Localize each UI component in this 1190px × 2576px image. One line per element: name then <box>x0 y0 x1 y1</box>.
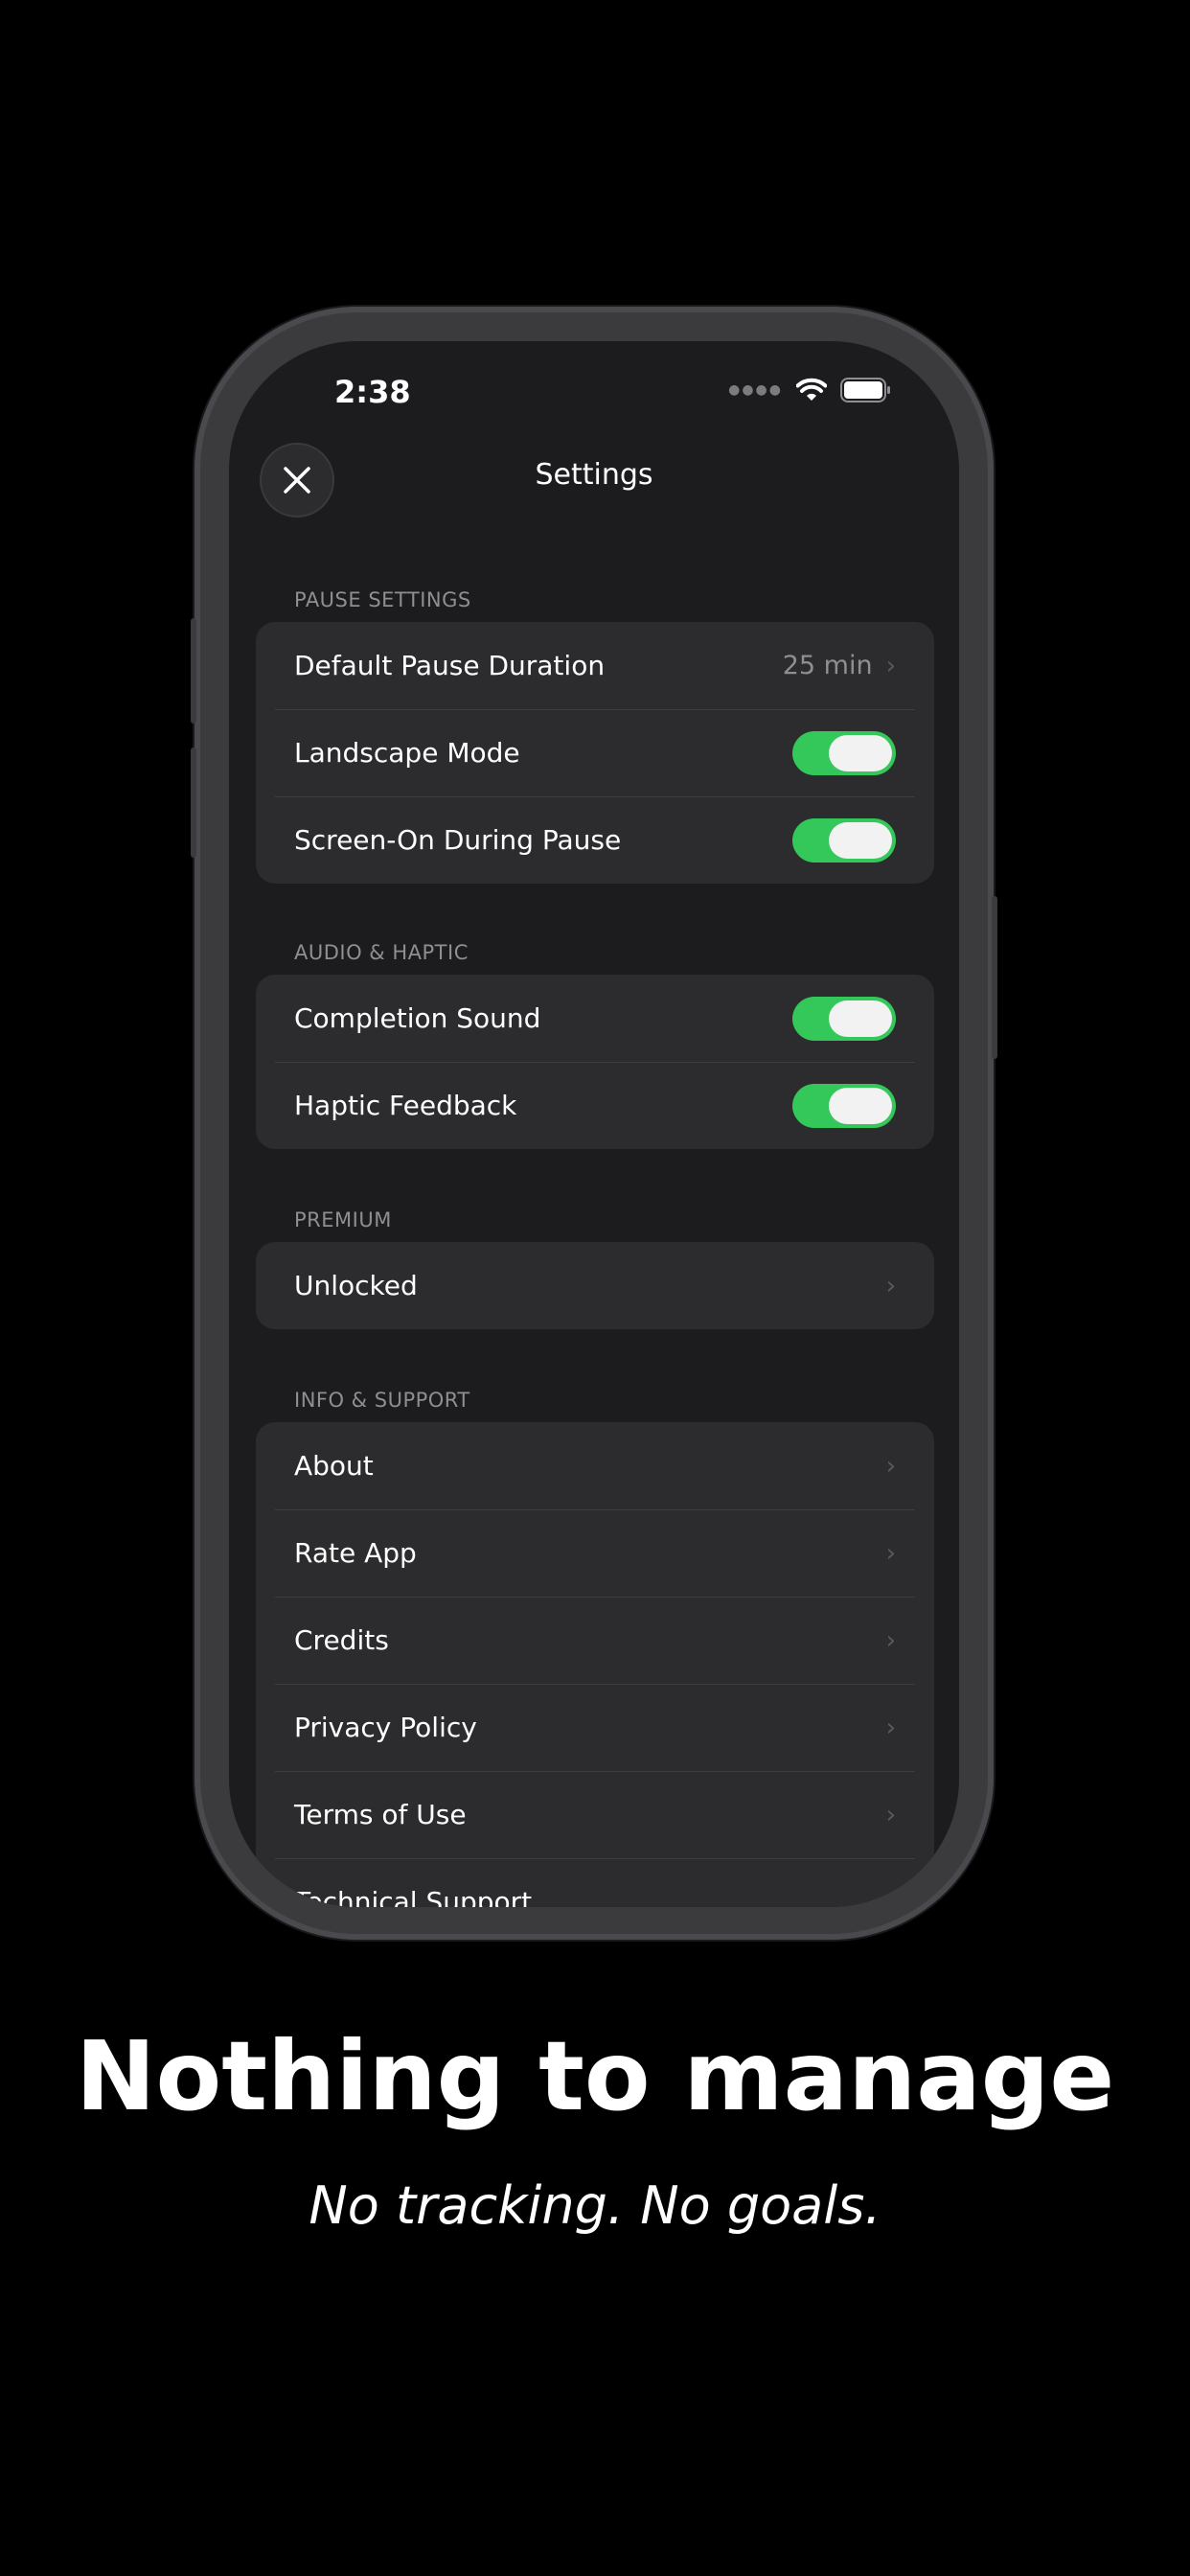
row-landscape-mode: Landscape Mode <box>256 709 934 796</box>
signal-dots-icon: ●●●● <box>728 382 783 398</box>
section-header-audio: AUDIO & HAPTIC <box>294 941 469 964</box>
row-default-pause-duration[interactable]: Default Pause Duration 25 min › <box>256 622 934 709</box>
chevron-right-icon: › <box>885 1271 896 1300</box>
mute-switch <box>191 618 196 724</box>
section-header-premium: PREMIUM <box>294 1208 392 1231</box>
power-button <box>992 896 997 1059</box>
volume-up-button <box>191 748 196 858</box>
toggle-knob <box>829 821 892 859</box>
group-audio-haptic: Completion Sound Haptic Feedback <box>256 975 934 1149</box>
toggle-knob <box>829 734 892 771</box>
row-label: Rate App <box>294 1537 417 1569</box>
row-about[interactable]: About › <box>256 1422 934 1509</box>
row-technical-support[interactable]: Technical Support › <box>256 1858 934 1907</box>
haptic-feedback-toggle[interactable] <box>792 1083 896 1128</box>
row-screen-on-during-pause: Screen-On During Pause <box>256 796 934 884</box>
nav-title: Settings <box>535 458 653 492</box>
phone-screen: 2:38 ●●●● Settings PAUSE SETTINGS Defaul… <box>229 341 959 1907</box>
section-header-info: INFO & SUPPORT <box>294 1389 470 1412</box>
row-completion-sound: Completion Sound <box>256 975 934 1062</box>
toggle-knob <box>829 1000 892 1037</box>
status-time: 2:38 <box>334 374 411 410</box>
landscape-mode-toggle[interactable] <box>792 730 896 775</box>
chevron-right-icon: › <box>885 1887 896 1908</box>
section-header-pause: PAUSE SETTINGS <box>294 588 471 611</box>
group-premium: Unlocked › <box>256 1242 934 1329</box>
chevron-right-icon: › <box>885 651 896 680</box>
row-label: Terms of Use <box>294 1799 467 1830</box>
row-value: 25 min <box>782 651 873 680</box>
wifi-icon <box>796 378 827 402</box>
group-pause-settings: Default Pause Duration 25 min › Landscap… <box>256 622 934 884</box>
promo-subline: No tracking. No goals. <box>309 2175 881 2236</box>
completion-sound-toggle[interactable] <box>792 996 896 1041</box>
chevron-right-icon: › <box>885 1713 896 1742</box>
row-unlocked[interactable]: Unlocked › <box>256 1242 934 1329</box>
promo-headline: Nothing to manage <box>75 2020 1115 2132</box>
row-label: Technical Support <box>294 1886 533 1907</box>
chevron-right-icon: › <box>885 1538 896 1568</box>
row-label: About <box>294 1450 374 1482</box>
row-label: Credits <box>294 1624 389 1656</box>
chevron-right-icon: › <box>885 1800 896 1829</box>
row-label: Default Pause Duration <box>294 650 606 681</box>
row-label: Haptic Feedback <box>294 1090 517 1121</box>
screen-on-toggle[interactable] <box>792 817 896 862</box>
row-rate-app[interactable]: Rate App › <box>256 1509 934 1597</box>
chevron-right-icon: › <box>885 1625 896 1655</box>
row-label: Completion Sound <box>294 1002 541 1034</box>
chevron-right-icon: › <box>885 1451 896 1481</box>
row-label: Privacy Policy <box>294 1712 477 1743</box>
battery-icon <box>840 378 892 402</box>
row-label: Screen-On During Pause <box>294 824 622 856</box>
group-info-support: About › Rate App › Credits › Privacy Pol… <box>256 1422 934 1907</box>
row-label: Unlocked <box>294 1270 418 1301</box>
row-terms-of-use[interactable]: Terms of Use › <box>256 1771 934 1858</box>
row-label: Landscape Mode <box>294 737 520 769</box>
row-haptic-feedback: Haptic Feedback <box>256 1062 934 1149</box>
row-credits[interactable]: Credits › <box>256 1597 934 1684</box>
row-privacy-policy[interactable]: Privacy Policy › <box>256 1684 934 1771</box>
status-icons: ●●●● <box>728 378 892 402</box>
toggle-knob <box>829 1087 892 1124</box>
